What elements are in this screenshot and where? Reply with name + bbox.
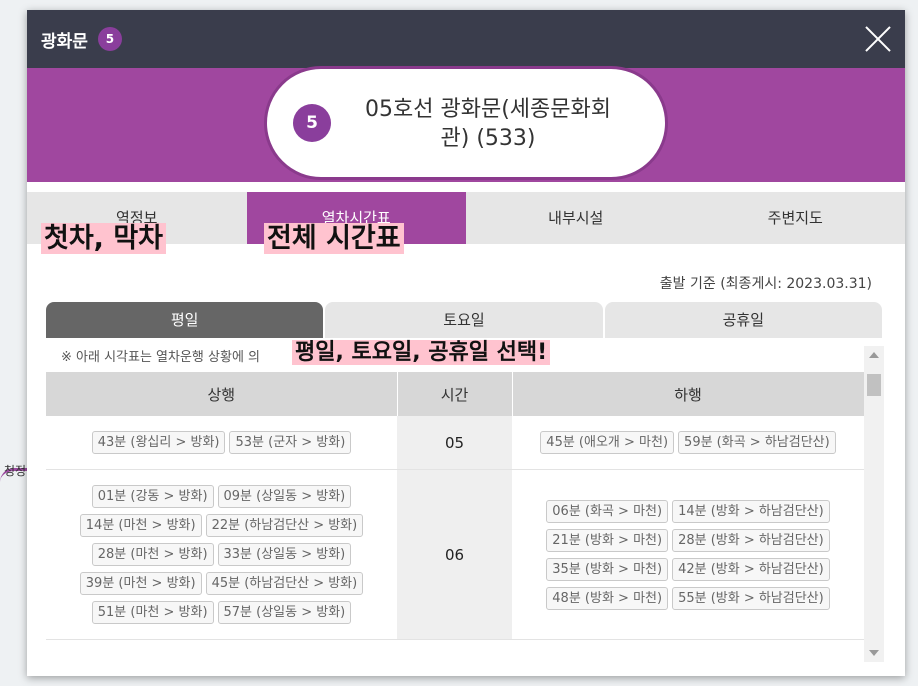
up-train-chip: 43분 (왕십리 > 방화) — [91, 431, 226, 454]
down-train-chip: 21분 (방화 > 마천) — [546, 528, 669, 552]
annotation-first-last-train: 첫차, 막차 — [41, 223, 167, 255]
up-train-chip: 09분 (상일동 > 방화) — [217, 485, 352, 508]
up-trains-cell: 43분 (왕십리 > 방화) 53분 (군자 > 방화) — [46, 416, 397, 470]
column-header-hour: 시간 — [397, 372, 513, 416]
timetable-table: 상행 시간 하행 43분 (왕십리 > 방화) 53분 (군자 > 방화) 05 45… — [46, 372, 864, 640]
up-train-chip: 22분 (하남검단산 > 방화) — [205, 514, 364, 537]
timetable-basis-text: 출발 기준 (최종게시: 2023.03.31) — [659, 276, 872, 292]
up-train-chip: 51분 (마천 > 방화) — [91, 601, 214, 624]
down-train-chip: 35분 (방화 > 마천) — [546, 557, 669, 581]
annotation-select-day: 평일, 토요일, 공휴일 선택! — [292, 340, 551, 366]
timetable-body: 43분 (왕십리 > 방화) 53분 (군자 > 방화) 05 45분 (애오개 > … — [46, 416, 864, 640]
day-type-tabs: 평일 토요일 공휴일 — [46, 302, 884, 338]
hour-cell: 05 — [397, 416, 512, 470]
up-train-chip: 39분 (마천 > 방화) — [79, 572, 202, 595]
scroll-up-arrow-icon[interactable] — [869, 352, 879, 358]
down-train-chip: 59분 (화곡 > 하남검단산) — [678, 431, 836, 454]
timetable-header-row: 상행 시간 하행 — [46, 372, 864, 416]
timetable-row: 01분 (강동 > 방화) 09분 (상일동 > 방화) 14분 (마천 > 방화)… — [46, 469, 864, 640]
modal-title: 광화문 — [41, 31, 88, 52]
timetable-row: 43분 (왕십리 > 방화) 53분 (군자 > 방화) 05 45분 (애오개 > … — [46, 416, 864, 470]
down-train-chip: 55분 (방화 > 하남검단산) — [672, 586, 830, 610]
column-header-up: 상행 — [46, 372, 398, 416]
scrollbar-thumb[interactable] — [867, 374, 881, 396]
tab-saturday[interactable]: 토요일 — [325, 302, 603, 338]
up-train-chip: 45분 (하남검단산 > 방화) — [205, 572, 364, 595]
map-station-label: 청정 — [4, 464, 27, 478]
up-train-chip: 33분 (상일동 > 방화) — [217, 543, 352, 566]
scroll-down-arrow-icon[interactable] — [869, 650, 879, 656]
timetable-notice: ※ 아래 시각표는 열차운행 상황에 의 — [61, 350, 260, 365]
close-icon[interactable] — [861, 22, 895, 56]
annotation-full-timetable: 전체 시간표 — [264, 223, 404, 255]
modal-header: 광화문 5 — [27, 10, 905, 68]
hour-cell: 06 — [397, 469, 512, 640]
station-modal: 광화문 5 5 05호선 광화문(세종문화회관) (533) 역정보 열차시간표… — [27, 10, 905, 676]
down-train-chip: 14분 (방화 > 하남검단산) — [672, 499, 830, 523]
station-banner: 5 05호선 광화문(세종문화회관) (533) — [27, 66, 905, 182]
down-train-chip: 48분 (방화 > 마천) — [546, 586, 669, 610]
tab-nearby-map[interactable]: 주변지도 — [686, 192, 906, 244]
down-trains-cell: 06분 (화곡 > 마천) 14분 (방화 > 하남검단산)21분 (방화 > 마… — [512, 469, 864, 640]
up-train-chip: 14분 (마천 > 방화) — [79, 514, 202, 537]
up-train-chip: 53분 (군자 > 방화) — [229, 431, 352, 454]
tab-holiday[interactable]: 공휴일 — [604, 302, 882, 338]
up-trains-cell: 01분 (강동 > 방화) 09분 (상일동 > 방화) 14분 (마천 > 방화)… — [46, 469, 397, 640]
down-trains-cell: 45분 (애오개 > 마천) 59분 (화곡 > 하남검단산) — [512, 416, 864, 470]
station-name-pill: 5 05호선 광화문(세종문화회관) (533) — [264, 66, 668, 180]
tab-weekday[interactable]: 평일 — [46, 302, 324, 338]
down-train-chip: 28분 (방화 > 하남검단산) — [672, 528, 830, 552]
station-full-name: 05호선 광화문(세종문화회관) (533) — [365, 97, 611, 151]
down-train-chip: 45분 (애오개 > 마천) — [540, 431, 675, 454]
tab-internal-facilities[interactable]: 내부시설 — [466, 192, 686, 244]
up-train-chip: 28분 (마천 > 방화) — [91, 543, 214, 566]
line-badge-large: 5 — [293, 104, 331, 142]
up-train-chip: 57분 (상일동 > 방화) — [217, 601, 352, 624]
timetable-scrollbar[interactable] — [864, 346, 884, 662]
down-train-chip: 42분 (방화 > 하남검단산) — [672, 557, 830, 581]
line-badge: 5 — [97, 27, 122, 51]
up-train-chip: 01분 (강동 > 방화) — [91, 485, 214, 508]
timetable-scroll-area[interactable]: 상행 시간 하행 43분 (왕십리 > 방화) 53분 (군자 > 방화) 05 45… — [46, 372, 864, 662]
down-train-chip: 06분 (화곡 > 마천) — [546, 499, 669, 523]
column-header-down: 하행 — [512, 372, 864, 416]
